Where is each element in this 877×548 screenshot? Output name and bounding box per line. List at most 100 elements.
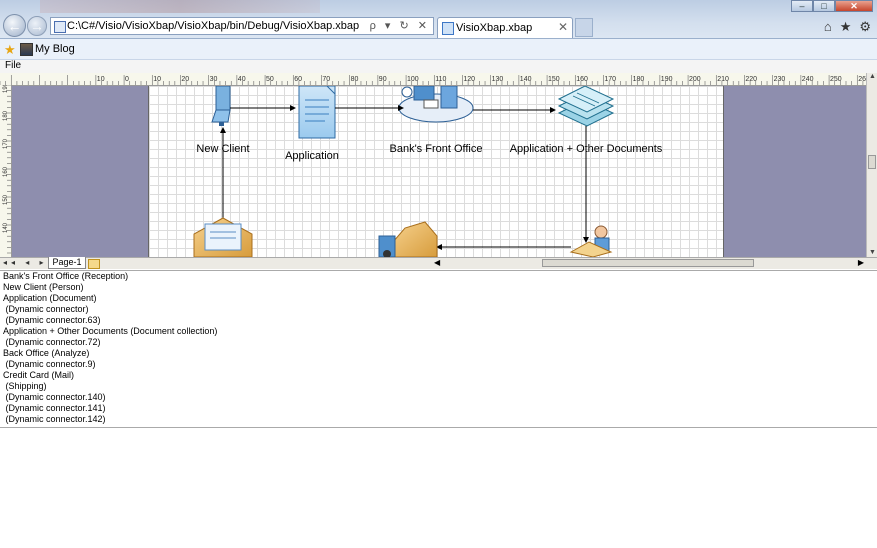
page-icon	[54, 21, 66, 33]
shape-list-item: (Dynamic connector.9)	[3, 359, 96, 369]
ruler-label: 160	[576, 76, 588, 83]
shape-list-item: Bank's Front Office (Reception)	[3, 271, 129, 281]
ruler-label: 30	[210, 76, 218, 83]
back-arrow-icon: ←	[7, 17, 22, 34]
ruler-label: 150	[3, 194, 9, 205]
my-blog-link[interactable]: My Blog	[35, 43, 75, 55]
new-tab-button[interactable]	[575, 18, 593, 37]
blog-favicon-icon	[20, 43, 33, 56]
shape-list-item: Application (Document)	[3, 293, 97, 303]
menu-bar: File	[0, 60, 877, 74]
ruler-label: 200	[689, 76, 701, 83]
ruler-label: 150	[548, 76, 560, 83]
ruler-label: 60	[294, 76, 302, 83]
shape-list-item: New Client (Person)	[3, 282, 84, 292]
window-controls: – □ ✕	[791, 0, 873, 12]
ruler-label: 210	[717, 76, 729, 83]
ruler-label: 190	[3, 85, 9, 93]
ruler-label: 190	[661, 76, 673, 83]
favorites-bar: ★ My Blog	[0, 39, 877, 60]
shape-list-item: (Dynamic connector.72)	[3, 337, 101, 347]
close-window-button[interactable]: ✕	[835, 0, 873, 12]
new-client-shape[interactable]	[211, 86, 231, 126]
front-office-reception-shape[interactable]	[398, 86, 474, 123]
ruler-label: 180	[3, 110, 9, 121]
vertical-ruler-ticks: 190 180 170 160 150 140	[3, 85, 11, 254]
drawing-page[interactable]: New Client Application Bank's Front Offi…	[148, 86, 724, 257]
ruler-label: 170	[3, 138, 9, 149]
blurred-title	[40, 0, 320, 13]
application-document-shape[interactable]	[298, 86, 336, 139]
horizontal-ruler: 10 0 10 20 30 40 50 60 70 80 90 100 110 120 130 140 150 1…	[0, 73, 866, 86]
address-controls[interactable]: ρ ▾ ↻ ✕	[370, 19, 430, 32]
ruler-label: 80	[351, 76, 359, 83]
ruler-label: 170	[604, 76, 616, 83]
maximize-button[interactable]: □	[813, 0, 835, 12]
tab-close-icon[interactable]: ✕	[558, 20, 568, 34]
shape-list-item: (Dynamic connector)	[3, 304, 89, 314]
document-collection-shape[interactable]	[557, 86, 615, 127]
shape-list-item: Application + Other Documents (Document …	[3, 326, 218, 336]
xbap-page-icon	[442, 22, 454, 35]
insert-page-icon[interactable]	[88, 259, 100, 269]
shape-list-item: Back Office (Analyze)	[3, 348, 90, 358]
ruler-label: 90	[379, 76, 387, 83]
ruler-label: 250	[830, 76, 842, 83]
flowchart-diagram: New Client Application Bank's Front Offi…	[193, 86, 663, 257]
ruler-label: 260	[858, 76, 866, 83]
scroll-down-arrow-icon[interactable]: ▼	[869, 249, 876, 256]
ruler-label: 70	[322, 76, 330, 83]
tab-page-1[interactable]: Page-1	[48, 257, 86, 269]
shape-list-item: (Dynamic connector.140)	[3, 392, 106, 402]
menu-file[interactable]: File	[5, 60, 21, 71]
horizontal-ruler-ticks: 10 0 10 20 30 40 50 60 70 80 90 100 110 120 130 140 150 1…	[0, 75, 866, 85]
back-office-analyze-shape[interactable]	[569, 225, 613, 257]
shape-list-item: (Dynamic connector.63)	[3, 315, 101, 325]
browser-title-bar: ← → C:\C#/Visio/VisioXbap/VisioXbap/bin/…	[0, 0, 877, 39]
ruler-label: 140	[520, 76, 532, 83]
address-bar[interactable]: C:\C#/Visio/VisioXbap/VisioXbap/bin/Debu…	[50, 17, 434, 35]
front-office-label: Bank's Front Office	[390, 143, 483, 155]
shape-list-item: Credit Card (Mail)	[3, 370, 75, 380]
scroll-left-arrow-icon[interactable]: ◀	[434, 258, 440, 267]
ruler-label: 110	[435, 76, 446, 83]
visio-drawing-control: 10 0 10 20 30 40 50 60 70 80 90 100 110 120 130 140 150 1…	[0, 73, 877, 269]
horizontal-scroll-thumb[interactable]	[542, 259, 754, 267]
ruler-label: 180	[633, 76, 645, 83]
favorites-star-icon[interactable]: ★	[4, 42, 16, 58]
tab-visioxbap[interactable]: VisioXbap.xbap ✕	[437, 17, 573, 38]
minimize-button[interactable]: –	[791, 0, 813, 12]
application-label: Application	[285, 150, 339, 162]
vertical-scroll-thumb[interactable]	[868, 155, 876, 169]
forward-arrow-icon: →	[30, 18, 44, 34]
shape-list-item: (Dynamic connector.141)	[3, 403, 106, 413]
drawing-canvas[interactable]: New Client Application Bank's Front Offi…	[12, 86, 866, 257]
vertical-scrollbar[interactable]: ▲ ▼	[866, 73, 877, 257]
favorites-icon[interactable]: ★	[840, 19, 852, 35]
ruler-label: 220	[745, 76, 757, 83]
ruler-label: 230	[774, 76, 786, 83]
shape-list: Bank's Front Office (Reception) New Clien…	[0, 270, 877, 428]
horizontal-scrollbar[interactable]: ◀ ▶	[432, 258, 866, 269]
scroll-right-arrow-icon[interactable]: ▶	[858, 258, 864, 267]
page-navigation-strip: ◂◂ ◂ ▸ ▸▸ Page-1 ◀ ▶	[0, 257, 877, 269]
home-icon[interactable]: ⌂	[824, 19, 832, 35]
gear-icon[interactable]: ⚙	[859, 19, 871, 35]
ruler-label: 160	[3, 166, 9, 177]
ruler-label: 120	[463, 76, 475, 83]
ruler-label: 130	[492, 76, 504, 83]
vertical-ruler: 190 180 170 160 150 140	[0, 85, 12, 257]
ruler-label: 40	[238, 76, 246, 83]
ruler-label: 240	[802, 76, 814, 83]
shipping-truck-shape[interactable]	[378, 221, 438, 257]
ruler-label: 10	[153, 76, 161, 83]
shape-list-item: (Shipping)	[3, 381, 47, 391]
forward-button[interactable]: →	[27, 16, 47, 36]
ruler-label: 20	[181, 76, 189, 83]
shape-list-item: (Dynamic connector.142)	[3, 414, 106, 424]
scroll-up-arrow-icon[interactable]: ▲	[869, 73, 876, 80]
ruler-label: 50	[266, 76, 274, 83]
back-button[interactable]: ←	[3, 14, 26, 37]
address-url[interactable]: C:\C#/Visio/VisioXbap/VisioXbap/bin/Debu…	[67, 20, 359, 32]
credit-card-mail-shape[interactable]	[193, 217, 253, 257]
